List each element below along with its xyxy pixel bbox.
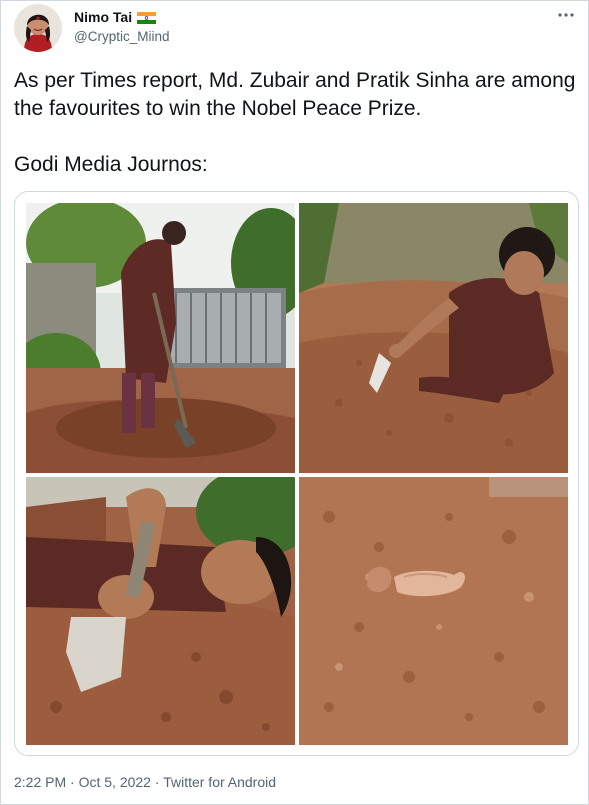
tweet-card: Nimo Tai @Cryptic_Miind As per Times rep… bbox=[0, 0, 589, 805]
tweet-meta: 2:22 PM · Oct 5, 2022 · Twitter for Andr… bbox=[14, 774, 276, 790]
more-options-icon[interactable] bbox=[553, 6, 579, 24]
user-handle[interactable]: @Cryptic_Miind bbox=[74, 29, 169, 44]
tweet-client[interactable]: Twitter for Android bbox=[163, 774, 276, 790]
tweet-text: As per Times report, Md. Zubair and Prat… bbox=[14, 67, 579, 179]
meta-separator: · bbox=[150, 774, 164, 790]
meta-separator: · bbox=[66, 774, 79, 790]
photo-hand-in-soil[interactable] bbox=[299, 477, 568, 745]
tweet-date[interactable]: Oct 5, 2022 bbox=[79, 774, 151, 790]
media-grid bbox=[14, 191, 579, 756]
display-name-row: Nimo Tai bbox=[74, 8, 169, 26]
photo-woman-buried[interactable] bbox=[299, 203, 568, 473]
avatar[interactable] bbox=[14, 4, 62, 52]
india-flag-icon bbox=[137, 11, 157, 24]
photo-woman-digging[interactable] bbox=[26, 203, 295, 473]
user-block: Nimo Tai @Cryptic_Miind bbox=[74, 8, 169, 44]
display-name[interactable]: Nimo Tai bbox=[74, 9, 132, 25]
photo-woman-lying[interactable] bbox=[26, 477, 295, 745]
tweet-header: Nimo Tai @Cryptic_Miind bbox=[14, 4, 579, 52]
tweet-time[interactable]: 2:22 PM bbox=[14, 774, 66, 790]
tweet-text-line1: As per Times report, Md. Zubair and Prat… bbox=[14, 69, 576, 120]
tweet-text-line2: Godi Media Journos: bbox=[14, 153, 208, 176]
